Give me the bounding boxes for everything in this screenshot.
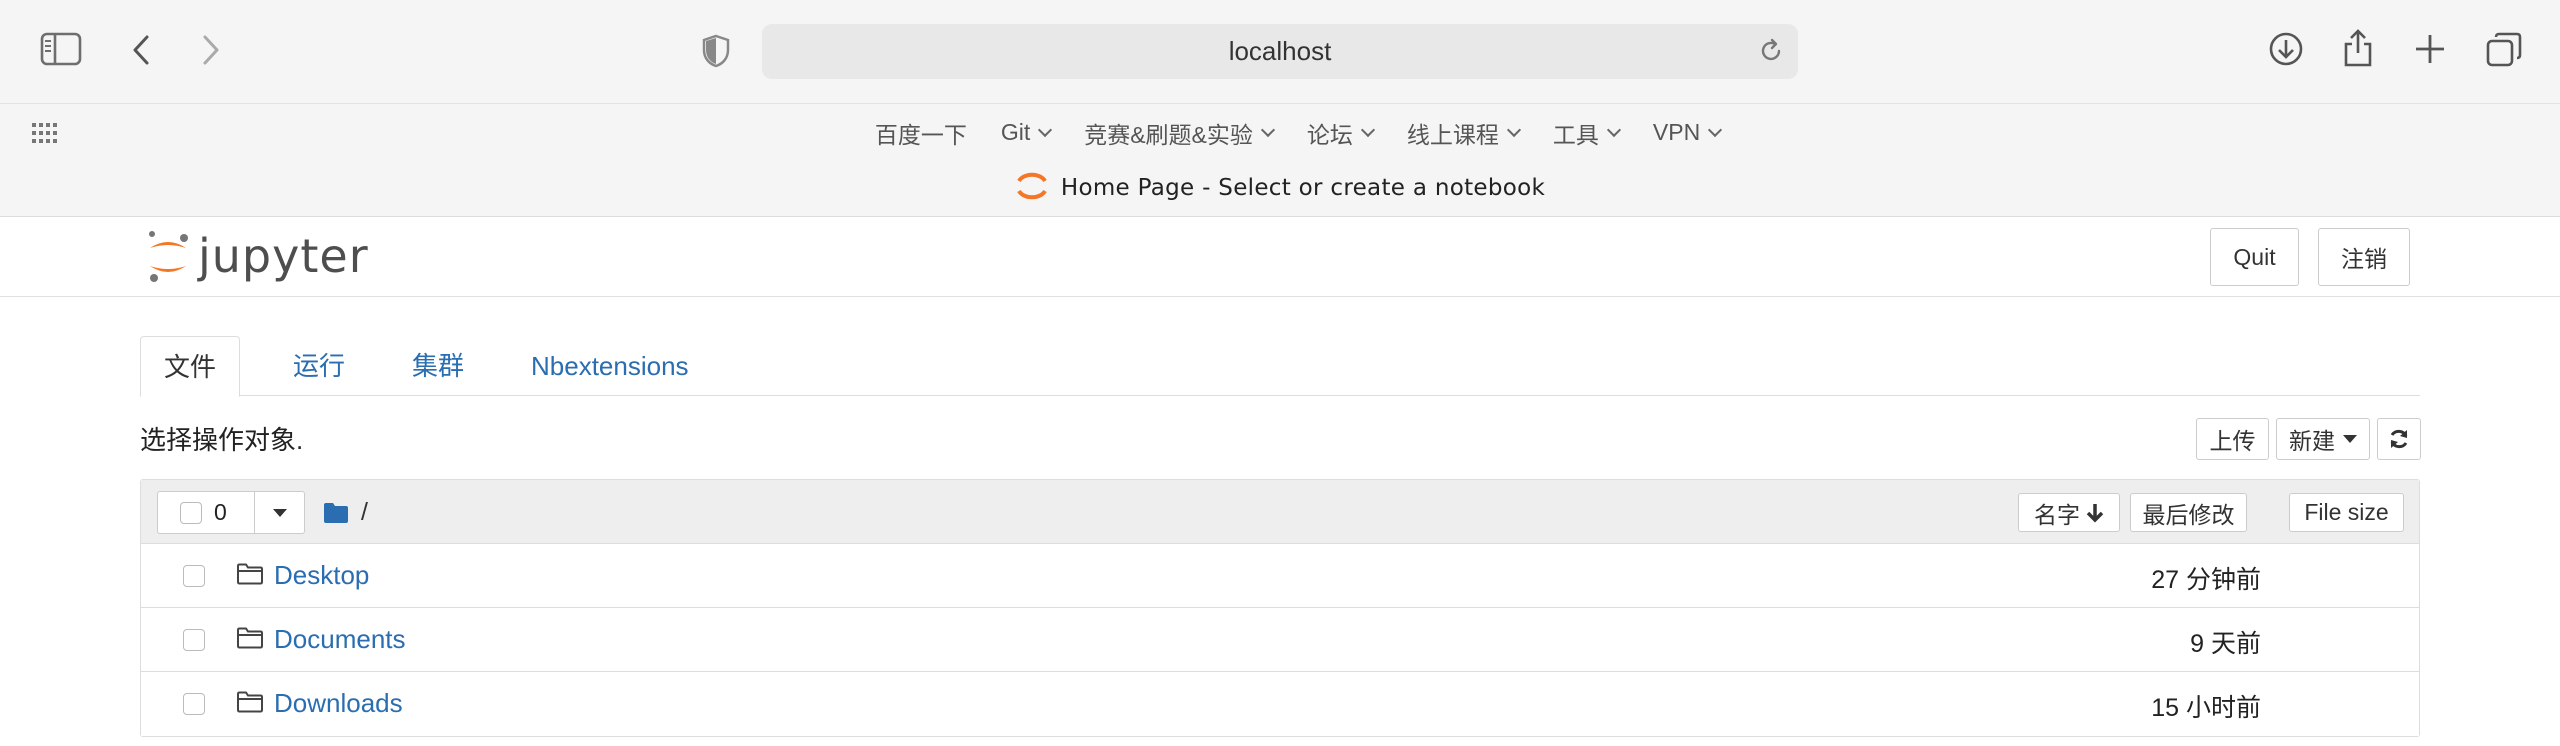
bookmark-label: Git <box>1000 119 1031 145</box>
back-icon[interactable] <box>130 34 152 66</box>
tab-overview-icon[interactable] <box>2486 32 2522 68</box>
refresh-icon <box>2390 429 2408 449</box>
chevron-down-icon <box>1606 122 1621 137</box>
file-list: 0 / 名字 最后修改 File size Desktop 27 分钟前 Doc… <box>140 479 2420 737</box>
item-name-link[interactable]: Documents <box>274 624 406 655</box>
new-label: 新建 <box>2289 428 2335 454</box>
browser-chrome: localhost 百度一下 Git 竞赛&刷题&实验 论坛 线上课程 工具 V… <box>0 0 2560 217</box>
downloads-icon[interactable] <box>2268 31 2304 67</box>
tab-nbextensions[interactable]: Nbextensions <box>508 336 712 396</box>
dashboard-tabs: 文件 运行 集群 Nbextensions <box>140 336 2420 397</box>
modified-column-label: 最后修改 <box>2142 501 2235 528</box>
chevron-down-icon <box>1360 122 1375 137</box>
jupyter-logo[interactable]: jupyter <box>144 226 369 286</box>
browser-tab[interactable]: Home Page - Select or create a notebook <box>0 160 2560 217</box>
folder-icon <box>237 691 263 713</box>
sort-by-modified-button[interactable]: 最后修改 <box>2130 493 2247 532</box>
privacy-shield-icon[interactable] <box>702 34 730 68</box>
sidebar-toggle-icon[interactable] <box>40 32 82 66</box>
forward-icon[interactable] <box>200 34 222 66</box>
tab-clusters[interactable]: 集群 <box>389 336 487 396</box>
file-list-header: 0 / 名字 最后修改 File size <box>141 480 2419 544</box>
jupyter-favicon-icon <box>1015 169 1049 208</box>
size-column-label: File size <box>2304 499 2389 525</box>
bookmark-baidu[interactable]: 百度一下 <box>869 105 973 160</box>
reload-icon[interactable] <box>1758 38 1784 69</box>
bookmark-label: VPN <box>1652 119 1701 145</box>
breadcrumb-root[interactable]: / <box>361 498 368 527</box>
logout-button[interactable]: 注销 <box>2318 228 2410 286</box>
item-checkbox[interactable] <box>183 629 205 651</box>
folder-icon <box>237 627 263 649</box>
bookmark-forum[interactable]: 论坛 <box>1301 105 1379 160</box>
bookmark-label: 论坛 <box>1306 121 1353 148</box>
caret-down-icon <box>2343 435 2357 443</box>
folder-filled-icon[interactable] <box>323 502 349 524</box>
upload-button[interactable]: 上传 <box>2196 418 2269 460</box>
jupyter-header: jupyter Quit 注销 <box>0 218 2560 297</box>
bookmark-label: 线上课程 <box>1406 121 1499 148</box>
share-icon[interactable] <box>2342 28 2374 68</box>
list-item[interactable]: Downloads 15 小时前 <box>141 672 2419 736</box>
new-dropdown-button[interactable]: 新建 <box>2276 418 2370 460</box>
breadcrumb: / <box>323 498 368 527</box>
browser-toolbar: localhost <box>0 0 2560 104</box>
caret-down-icon <box>272 508 287 517</box>
chevron-down-icon <box>1708 122 1723 137</box>
address-bar[interactable]: localhost <box>762 24 1798 79</box>
item-name-link[interactable]: Downloads <box>274 688 403 719</box>
bookmark-tools[interactable]: 工具 <box>1547 105 1625 160</box>
refresh-button[interactable] <box>2377 418 2421 460</box>
tab-title: Home Page - Select or create a notebook <box>1060 175 1546 201</box>
list-item[interactable]: Documents 9 天前 <box>141 608 2419 672</box>
item-modified: 27 分钟前 <box>2151 566 2261 594</box>
selected-count: 0 <box>214 499 227 525</box>
item-modified: 9 天前 <box>2190 630 2261 658</box>
selection-dropdown-button[interactable] <box>255 492 304 533</box>
name-column-label: 名字 <box>2034 501 2080 528</box>
jupyter-wordmark: jupyter <box>198 229 369 283</box>
tab-running[interactable]: 运行 <box>270 336 368 396</box>
tab-files[interactable]: 文件 <box>140 336 241 397</box>
sort-by-size-button[interactable]: File size <box>2289 493 2404 532</box>
sort-by-name-button[interactable]: 名字 <box>2018 493 2120 532</box>
selection-control: 0 <box>157 491 305 534</box>
chevron-down-icon <box>1038 122 1053 137</box>
chevron-down-icon <box>1506 122 1521 137</box>
folder-icon <box>237 563 263 585</box>
item-modified: 15 小时前 <box>2151 694 2261 722</box>
item-name-link[interactable]: Desktop <box>274 560 369 591</box>
chevron-down-icon <box>1260 122 1275 137</box>
item-checkbox[interactable] <box>183 565 205 587</box>
bookmark-label: 工具 <box>1552 121 1599 148</box>
arrow-down-icon <box>2086 503 2104 522</box>
quit-button[interactable]: Quit <box>2210 228 2299 286</box>
bookmark-vpn[interactable]: VPN <box>1647 105 1726 160</box>
item-checkbox[interactable] <box>183 693 205 715</box>
address-text[interactable]: localhost <box>762 24 1798 79</box>
bookmark-label: 百度一下 <box>874 121 967 148</box>
select-all-toggle[interactable]: 0 <box>158 492 255 533</box>
selection-hint: 选择操作对象. <box>140 425 304 455</box>
list-item[interactable]: Desktop 27 分钟前 <box>141 544 2419 608</box>
upload-label: 上传 <box>2209 428 2256 454</box>
select-all-checkbox[interactable] <box>180 501 202 524</box>
jupyter-logo-icon <box>149 231 188 282</box>
bookmark-courses[interactable]: 线上课程 <box>1401 105 1525 160</box>
bookmark-git[interactable]: Git <box>995 105 1056 160</box>
bookmark-label: 竞赛&刷题&实验 <box>1084 121 1253 148</box>
new-tab-icon[interactable] <box>2414 33 2446 65</box>
bookmarks-bar: 百度一下 Git 竞赛&刷题&实验 论坛 线上课程 工具 VPN <box>0 105 2560 160</box>
bookmark-contests[interactable]: 竞赛&刷题&实验 <box>1078 105 1279 160</box>
